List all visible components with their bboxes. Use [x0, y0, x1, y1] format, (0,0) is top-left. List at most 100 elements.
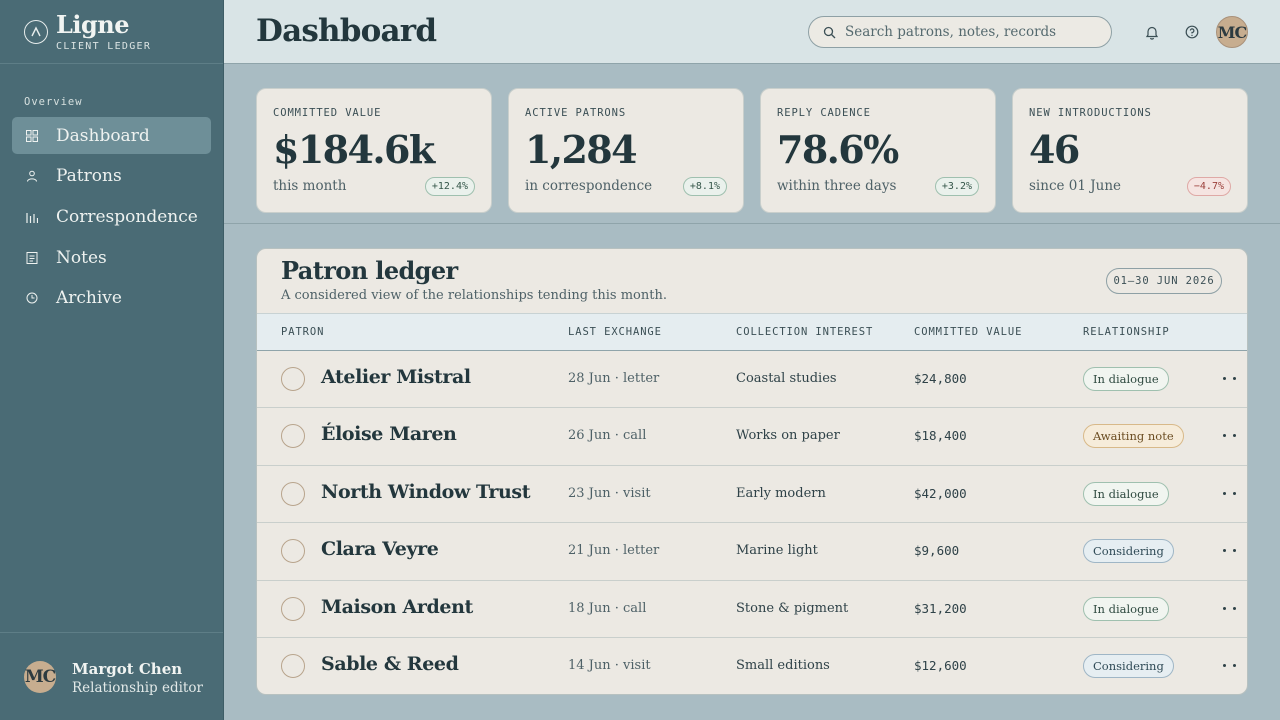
collection-interest: Marine light: [736, 543, 818, 559]
sidebar-item-label: Archive: [56, 288, 122, 309]
more-options-icon[interactable]: [1223, 491, 1243, 498]
committed-value: $31,200: [914, 600, 967, 616]
more-options-icon[interactable]: [1223, 663, 1243, 670]
kpi-card-committed-value: COMMITTED VALUE $184.6k this month +12.4…: [256, 88, 492, 213]
kpi-delta-badge: +12.4%: [424, 177, 475, 196]
more-options-icon[interactable]: [1223, 606, 1243, 613]
patron-name: Éloise Maren: [321, 423, 457, 446]
kpi-value: 78.6%: [777, 127, 899, 172]
date-range-pill[interactable]: 01–30 JUN 2026: [1106, 268, 1222, 294]
kpi-label: REPLY CADENCE: [777, 107, 871, 119]
kpi-card-new-introductions: NEW INTRODUCTIONS 46 since 01 June −4.7%: [1012, 88, 1248, 213]
search-box[interactable]: [808, 16, 1112, 48]
last-exchange: 18 Jun · call: [568, 600, 647, 616]
user-role: Relationship editor: [72, 680, 203, 696]
table-row[interactable]: Clara Veyre 21 Jun · letter Marine light…: [257, 523, 1247, 581]
column-header-patron[interactable]: PATRON: [281, 326, 324, 338]
sidebar-item-archive[interactable]: Archive: [12, 280, 211, 317]
kpi-label: NEW INTRODUCTIONS: [1029, 107, 1152, 119]
patron-name: Clara Veyre: [321, 538, 439, 561]
person-icon: [26, 170, 38, 182]
last-exchange: 28 Jun · letter: [568, 371, 660, 386]
sidebar-item-label: Correspondence: [56, 206, 198, 227]
collection-interest: Works on paper: [736, 428, 840, 444]
row-select-checkbox[interactable]: [281, 424, 305, 449]
kpi-delta-badge: +3.2%: [934, 177, 979, 196]
sidebar-item-patrons[interactable]: Patrons: [12, 158, 211, 195]
patron-name: Maison Ardent: [321, 595, 473, 618]
table-row[interactable]: Atelier Mistral 28 Jun · letter Coastal …: [257, 351, 1247, 409]
ledger-title: Patron ledger: [281, 256, 458, 285]
status-badge: In dialogue: [1083, 367, 1169, 391]
help-icon[interactable]: [1184, 24, 1200, 40]
column-header-relationship[interactable]: RELATIONSHIP: [1083, 326, 1170, 338]
more-options-icon[interactable]: [1223, 434, 1243, 440]
user-name: Margot Chen: [72, 660, 183, 678]
brand-name: Ligne: [56, 10, 130, 39]
top-header: Dashboard MC: [224, 0, 1280, 64]
row-select-checkbox[interactable]: [281, 481, 305, 506]
avatar[interactable]: MC: [1216, 16, 1248, 48]
column-header-last-exchange[interactable]: LAST EXCHANGE: [568, 326, 662, 338]
sidebar-nav: Dashboard Patrons Correspondence Notes A…: [12, 117, 211, 320]
status-badge: Awaiting note: [1083, 424, 1184, 449]
note-icon: [26, 251, 38, 264]
collection-interest: Stone & pigment: [736, 600, 849, 616]
last-exchange: 26 Jun · call: [568, 428, 647, 444]
brand-subtitle: CLIENT LEDGER: [56, 41, 152, 52]
status-badge: Considering: [1083, 653, 1174, 678]
status-badge: In dialogue: [1083, 596, 1169, 621]
kpi-cards: COMMITTED VALUE $184.6k this month +12.4…: [256, 88, 1248, 213]
kpi-caption: in correspondence: [525, 178, 653, 194]
patron-name: Atelier Mistral: [321, 366, 471, 388]
avatar: MC: [24, 661, 56, 693]
sidebar-item-notes[interactable]: Notes: [12, 239, 211, 276]
committed-value: $18,400: [914, 428, 967, 444]
bell-icon[interactable]: [1144, 24, 1160, 40]
ligne-logo-icon: [24, 20, 48, 44]
grid-icon: [26, 129, 38, 142]
table-row[interactable]: Éloise Maren 26 Jun · call Works on pape…: [257, 408, 1247, 466]
row-select-checkbox[interactable]: [281, 596, 305, 621]
collection-interest: Early modern: [736, 485, 826, 501]
sidebar-item-label: Dashboard: [56, 125, 150, 146]
sidebar-item-dashboard[interactable]: Dashboard: [12, 117, 211, 154]
last-exchange: 14 Jun · visit: [568, 657, 651, 673]
kpi-card-reply-cadence: REPLY CADENCE 78.6% within three days +3…: [760, 88, 996, 213]
row-select-checkbox[interactable]: [281, 653, 305, 678]
table-body: Atelier Mistral 28 Jun · letter Coastal …: [257, 351, 1247, 694]
kpi-caption: since 01 June: [1029, 178, 1122, 194]
sidebar-item-label: Notes: [56, 247, 107, 268]
brand: Ligne CLIENT LEDGER: [24, 10, 204, 58]
search-input[interactable]: [845, 24, 1095, 40]
sidebar: Ligne CLIENT LEDGER Overview Dashboard P…: [0, 0, 224, 720]
row-select-checkbox[interactable]: [281, 367, 305, 391]
more-options-icon[interactable]: [1223, 377, 1243, 383]
kpi-value: 1,284: [525, 127, 638, 172]
table-row[interactable]: Sable & Reed 14 Jun · visit Small editio…: [257, 638, 1247, 694]
column-header-collection-interest[interactable]: COLLECTION INTEREST: [736, 326, 873, 338]
kpi-delta-badge: −4.7%: [1186, 177, 1231, 196]
sidebar-item-correspondence[interactable]: Correspondence: [12, 198, 211, 235]
table-row[interactable]: Maison Ardent 18 Jun · call Stone & pigm…: [257, 581, 1247, 638]
bars-icon: [26, 211, 38, 223]
page-title: Dashboard: [256, 13, 437, 49]
current-user[interactable]: MC Margot Chen Relationship editor: [24, 660, 214, 700]
patron-ledger: Patron ledger A considered view of the r…: [256, 248, 1248, 695]
kpi-caption: this month: [273, 178, 347, 194]
status-badge: In dialogue: [1083, 481, 1169, 506]
kpi-label: COMMITTED VALUE: [273, 107, 382, 119]
search-icon: [823, 26, 836, 38]
kpi-label: ACTIVE PATRONS: [525, 107, 627, 119]
sidebar-section-label: Overview: [24, 96, 83, 108]
table-row[interactable]: North Window Trust 23 Jun · visit Early …: [257, 466, 1247, 524]
committed-value: $24,800: [914, 371, 967, 386]
sidebar-item-label: Patrons: [56, 166, 122, 187]
patron-name: Sable & Reed: [321, 652, 459, 675]
more-options-icon[interactable]: [1223, 549, 1243, 555]
column-header-committed-value[interactable]: COMMITTED VALUE: [914, 326, 1022, 338]
row-select-checkbox[interactable]: [281, 539, 305, 564]
kpi-card-active-patrons: ACTIVE PATRONS 1,284 in correspondence +…: [508, 88, 744, 213]
last-exchange: 23 Jun · visit: [568, 485, 651, 501]
committed-value: $12,600: [914, 657, 967, 673]
